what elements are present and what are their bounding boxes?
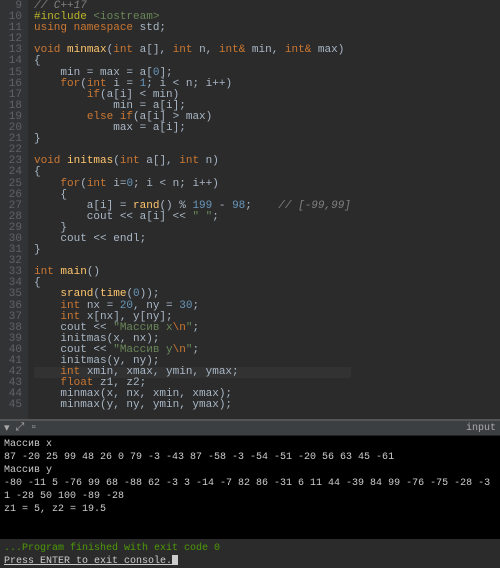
terminal-line: Массив x [4,438,496,451]
code-line[interactable]: int main() [34,267,351,278]
code-line[interactable]: } [34,134,351,145]
code-line[interactable]: max = a[i]; [34,123,351,134]
terminal-line [4,529,496,542]
line-number: 14 [0,56,22,67]
code-line[interactable]: void minmax(int a[], int n, int& min, in… [34,45,351,56]
panel-label: input [466,423,496,434]
line-number: 36 [0,301,22,312]
code-line[interactable]: using namespace std; [34,23,351,34]
code-line[interactable]: cout << a[i] << " "; [34,212,351,223]
line-number: 25 [0,179,22,190]
code-line[interactable]: } [34,245,351,256]
code-editor[interactable]: 9101112131415161718192021222324252627282… [0,0,500,420]
line-gutter: 9101112131415161718192021222324252627282… [0,0,28,419]
terminal-prompt: Press ENTER to exit console. [4,555,496,568]
terminal-line: -80 -11 5 -76 99 68 -88 62 -3 3 -14 -7 8… [4,477,496,503]
collapse-icon[interactable]: ▫ [30,422,37,434]
cursor [172,555,178,565]
terminal-line: 87 -20 25 99 48 26 0 79 -3 -43 87 -58 -3… [4,451,496,464]
terminal-output[interactable]: Массив x87 -20 25 99 48 26 0 79 -3 -43 8… [0,436,500,539]
code-line[interactable]: minmax(y, ny, ymin, ymax); [34,400,351,411]
line-number: 15 [0,68,22,79]
terminal-line [4,516,496,529]
terminal-line: z1 = 5, z2 = 19.5 [4,503,496,516]
code-line[interactable]: for(int i=0; i < n; i++) [34,179,351,190]
line-number: 35 [0,289,22,300]
terminal-line: ...Program finished with exit code 0 [4,542,496,555]
code-area[interactable]: // C++17#include <iostream>using namespa… [28,0,351,419]
code-line[interactable]: cout << endl; [34,234,351,245]
code-line[interactable]: void initmas(int a[], int n) [34,156,351,167]
line-number: 24 [0,167,22,178]
chevron-down-icon[interactable]: ▾ [4,421,10,435]
line-number: 45 [0,400,22,411]
terminal-line: Массив y [4,464,496,477]
panel-divider[interactable]: ▾ ⤢ ▫ input [0,420,500,436]
expand-icon[interactable]: ⤢ [16,422,25,434]
